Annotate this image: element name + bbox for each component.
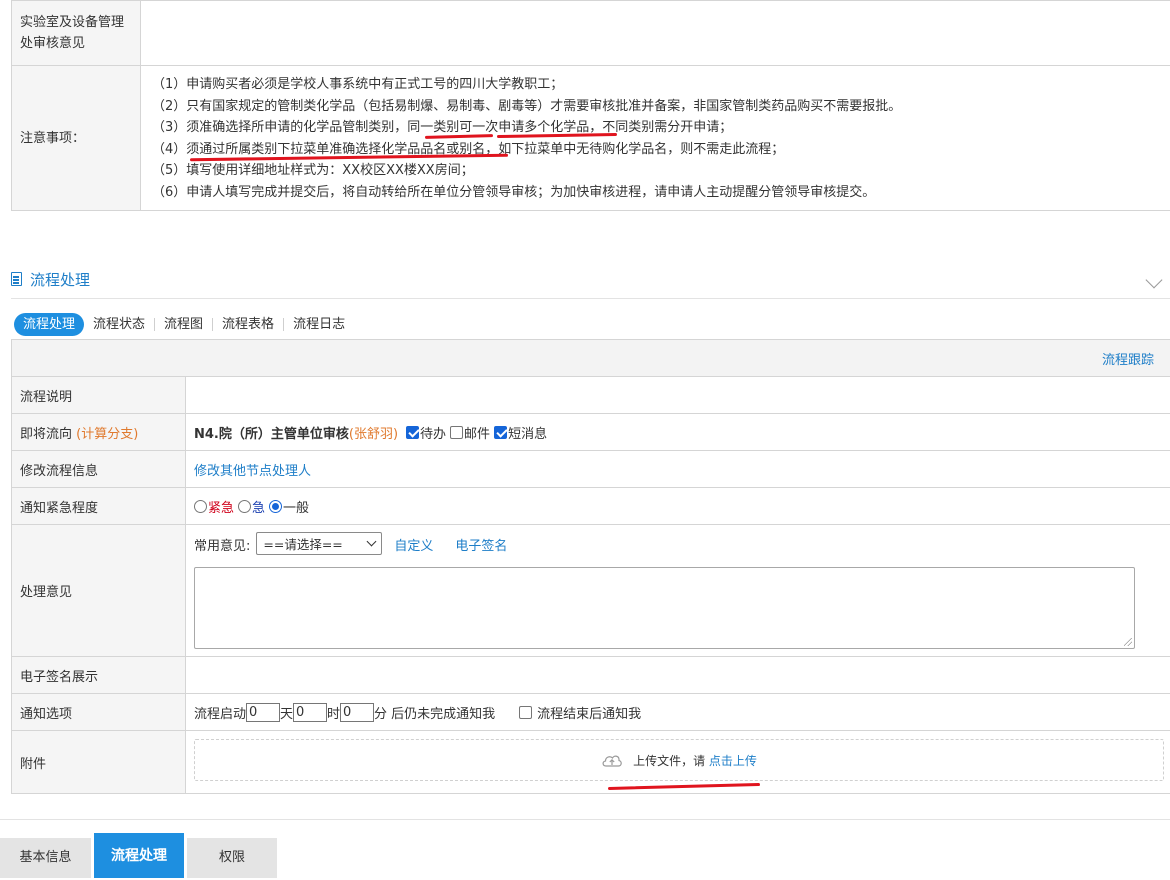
bottom-divider [0,819,1170,820]
process-tabs: 流程处理 流程状态 流程图 流程表格 流程日志 [14,313,354,336]
next-step-row: 即将流向 (计算分支) N4.院（所）主管单位审核 (张舒羽) 待办 邮件 短消… [12,413,1170,450]
notify-end-checkbox[interactable] [519,705,533,719]
section-title: 流程处理 [30,271,91,289]
mail-checkbox[interactable] [450,425,464,439]
note-item: （6）申请人填写完成并提交后，将自动转给所在单位分管领导审核；为加快审核进程，请… [152,184,876,200]
day-unit: 天 [280,706,294,722]
common-opinion-select[interactable]: ==请选择== [256,532,383,555]
opinion-row: 处理意见 常用意见: ==请选择== 自定义 电子签名 [12,524,1170,656]
urgency-value: 紧急 急 一般 [186,488,1170,524]
opinion-value: 常用意见: ==请选择== 自定义 电子签名 [186,525,1170,656]
urgent-label: 紧急 [208,500,235,516]
attachment-row: 附件 上传文件，请 点击上传 [12,730,1170,793]
chevron-down-icon [366,536,377,547]
esign-show-value [186,657,1170,693]
cloud-upload-icon [602,755,622,767]
day-input[interactable]: 0 [246,702,281,722]
next-step-label: 即将流向 (计算分支) [12,414,186,450]
rush-label: 急 [252,500,266,516]
section-divider [11,298,1170,299]
opinion-textarea[interactable] [194,567,1135,649]
esign-show-row: 电子签名展示 [12,656,1170,693]
process-trace-link[interactable]: 流程跟踪 [1102,349,1154,368]
minute-input[interactable]: 0 [340,702,375,722]
esign-show-label: 电子签名展示 [12,657,186,693]
hour-unit: 时 [327,706,341,722]
rush-radio[interactable] [238,499,252,513]
process-desc-row: 流程说明 [12,376,1170,413]
note-item: （2）只有国家规定的管制类化学品（包括易制爆、易制毒、剧毒等）才需要审核批准并备… [152,98,902,114]
notes-value: （1）申请购买者必须是学校人事系统中有正式工号的四川大学教职工； （2）只有国家… [141,66,1170,210]
sms-checkbox[interactable] [494,425,508,439]
attachment-label: 附件 [12,731,186,793]
notes-label: 注意事项： [12,66,141,210]
tab-process-log[interactable]: 流程日志 [284,313,354,336]
tab-permissions[interactable]: 权限 [187,838,277,878]
upload-text: 上传文件，请 [633,753,706,768]
notes-row: 注意事项： （1）申请购买者必须是学校人事系统中有正式工号的四川大学教职工； （… [12,65,1170,210]
esign-link[interactable]: 电子签名 [455,535,507,554]
tab-process-status[interactable]: 流程状态 [84,313,154,336]
lab-review-value [141,1,1170,65]
upload-dropzone[interactable]: 上传文件，请 点击上传 [194,739,1164,781]
modify-handlers-link[interactable]: 修改其他节点处理人 [194,460,311,479]
next-node-name: N4.院（所）主管单位审核 [194,426,349,442]
form-header: 流程跟踪 [12,339,1170,376]
note-item: （1）申请购买者必须是学校人事系统中有正式工号的四川大学教职工； [152,77,564,92]
notes-list: （1）申请购买者必须是学校人事系统中有正式工号的四川大学教职工； （2）只有国家… [141,66,1170,209]
minute-unit: 分 [374,706,388,722]
document-icon [11,272,22,286]
process-desc-value [186,377,1170,413]
modify-row: 修改流程信息 修改其他节点处理人 [12,450,1170,487]
opinion-label: 处理意见 [12,525,186,656]
notify-options-row: 通知选项 流程启动 0 天 0 时 0 分 后仍未完成通知我 流程结束后通知我 [12,693,1170,730]
tab-process-handle-bottom[interactable]: 流程处理 [94,833,184,878]
hour-input[interactable]: 0 [293,702,328,722]
common-opinion-label: 常用意见: [194,539,251,554]
lab-review-label: 实验室及设备管理处审核意见 [12,1,141,65]
todo-label: 待办 [420,426,447,442]
notice-table: 实验室及设备管理处审核意见 注意事项： （1）申请购买者必须是学校人事系统中有正… [11,0,1170,211]
note-item: （3）须准确选择所申请的化学品管制类别，同一类别可一次申请多个化学品，不同类别需… [152,120,733,135]
urgency-label: 通知紧急程度 [12,488,186,524]
urgency-row: 通知紧急程度 紧急 急 一般 [12,487,1170,524]
tab-basic-info[interactable]: 基本信息 [0,838,91,878]
custom-opinion-link[interactable]: 自定义 [394,535,433,554]
branch-tag: (计算分支) [76,426,139,442]
notify-options-label: 通知选项 [12,694,186,730]
todo-checkbox[interactable] [406,425,420,439]
notify-end-label: 流程结束后通知我 [537,706,642,722]
tab-process-chart[interactable]: 流程图 [155,313,212,336]
notify-tail-text: 后仍未完成通知我 [391,706,496,722]
next-node-person: (张舒羽) [348,426,399,442]
common-opinion-selected: ==请选择== [263,537,343,552]
upload-link[interactable]: 点击上传 [709,752,757,769]
normal-radio[interactable] [269,499,283,513]
urgent-radio[interactable] [194,499,207,513]
modify-value: 修改其他节点处理人 [186,451,1170,487]
resize-grip-icon[interactable] [1124,638,1132,646]
lab-review-row: 实验室及设备管理处审核意见 [12,0,1170,65]
notify-start-text: 流程启动 [194,706,247,722]
process-desc-label: 流程说明 [12,377,186,413]
sms-label: 短消息 [508,426,548,442]
chevron-down-icon[interactable] [1145,271,1163,289]
modify-label: 修改流程信息 [12,451,186,487]
next-step-label-text: 即将流向 [20,426,73,442]
normal-label: 一般 [283,500,310,516]
attachment-value: 上传文件，请 点击上传 [186,731,1170,793]
notify-options-value: 流程启动 0 天 0 时 0 分 后仍未完成通知我 流程结束后通知我 [186,694,1170,730]
process-form: 流程跟踪 流程说明 即将流向 (计算分支) N4.院（所）主管单位审核 (张舒羽… [11,339,1170,794]
next-step-value: N4.院（所）主管单位审核 (张舒羽) 待办 邮件 短消息 [186,414,1170,450]
tab-process-handle[interactable]: 流程处理 [14,313,85,336]
tab-process-table[interactable]: 流程表格 [213,313,283,336]
note-item: （5）填写使用详细地址样式为：XX校区XX楼XX房间； [152,163,474,178]
mail-label: 邮件 [464,426,491,442]
